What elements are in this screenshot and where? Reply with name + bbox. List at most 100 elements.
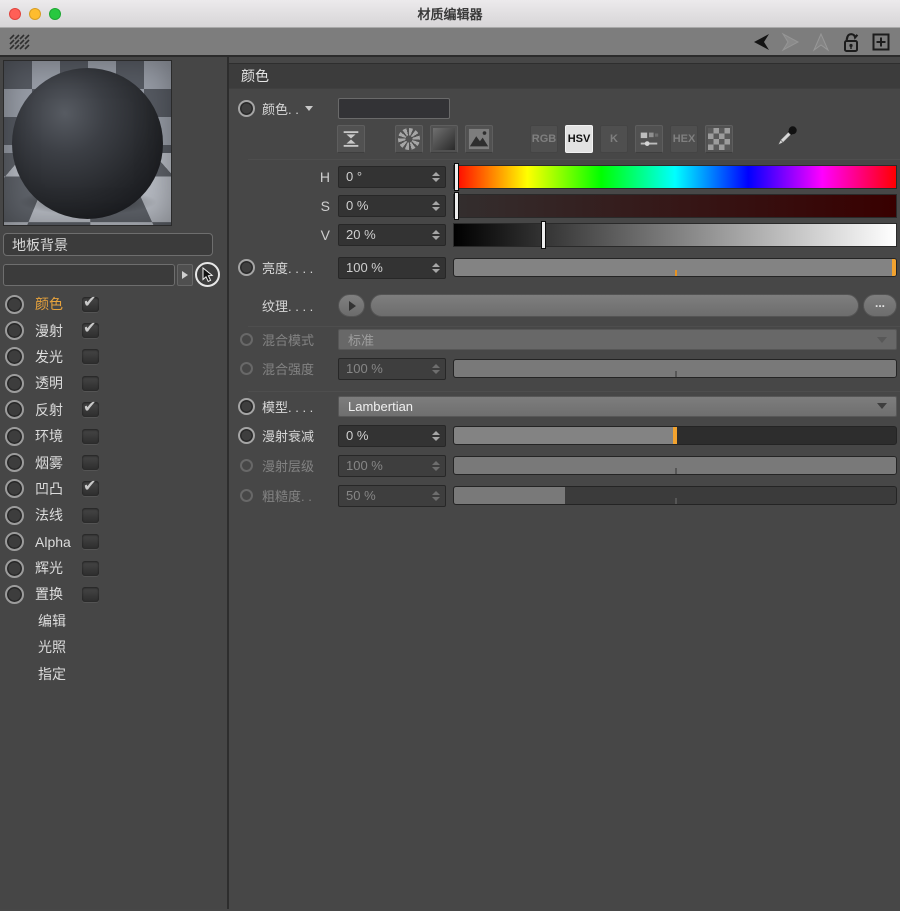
channel-checkbox[interactable]: ✔ (82, 481, 99, 496)
channel-label[interactable]: 辉光 (35, 558, 82, 578)
channel-radio[interactable] (5, 400, 24, 419)
page-label[interactable]: 光照 (38, 637, 66, 657)
diffuse-falloff-input[interactable]: 0 % (338, 425, 446, 447)
material-preview[interactable] (3, 60, 172, 226)
channel-checkbox[interactable]: ✔ (82, 455, 99, 470)
hue-spinner[interactable] (432, 172, 440, 182)
color-wheel-icon[interactable] (395, 125, 423, 153)
channel-radio[interactable] (5, 347, 24, 366)
channel-checkbox[interactable]: ✔ (82, 587, 99, 602)
preview-scene-select[interactable]: 地板背景 (3, 233, 213, 256)
channel-radio[interactable] (5, 506, 24, 525)
channel-item-9[interactable]: Alpha✔ (3, 529, 224, 555)
page-label[interactable]: 编辑 (38, 611, 66, 631)
diffuse-falloff-handle[interactable] (673, 427, 677, 444)
lock-icon[interactable] (838, 30, 864, 54)
channel-checkbox[interactable]: ✔ (82, 323, 99, 338)
saturation-input[interactable]: 0 % (338, 195, 446, 217)
channel-radio[interactable] (5, 453, 24, 472)
channel-label[interactable]: 反射 (35, 400, 82, 420)
mode-rgb-button[interactable]: RGB (530, 125, 558, 153)
color-swatch[interactable] (338, 98, 450, 119)
texture-path-field[interactable] (370, 294, 859, 317)
channel-item-4[interactable]: 反射✔ (3, 397, 224, 423)
brightness-radio[interactable] (238, 259, 255, 276)
texture-browse-button[interactable]: ... (863, 294, 897, 317)
image-picker-icon[interactable] (465, 125, 493, 153)
mode-hsv-button[interactable]: HSV (565, 125, 593, 153)
diffuse-falloff-slider[interactable] (453, 426, 897, 445)
close-button[interactable] (9, 8, 21, 20)
hue-input[interactable]: 0 ° (338, 166, 446, 188)
model-radio[interactable] (238, 398, 255, 415)
diffuse-falloff-radio[interactable] (238, 427, 255, 444)
channel-label[interactable]: Alpha (35, 534, 82, 550)
brightness-input[interactable]: 100 % (338, 257, 446, 279)
channel-item-8[interactable]: 法线✔ (3, 502, 224, 528)
color-radio[interactable] (238, 100, 255, 117)
channel-radio[interactable] (5, 479, 24, 498)
channel-checkbox[interactable]: ✔ (82, 402, 99, 417)
page-item-2[interactable]: 指定 (3, 660, 224, 686)
channel-radio[interactable] (5, 427, 24, 446)
channel-checkbox[interactable]: ✔ (82, 297, 99, 312)
channel-radio[interactable] (5, 321, 24, 340)
saturation-spinner[interactable] (432, 201, 440, 211)
channel-label[interactable]: 颜色 (35, 294, 82, 314)
drag-handle-icon[interactable] (6, 30, 32, 54)
brightness-handle[interactable] (892, 259, 896, 276)
zoom-button[interactable] (49, 8, 61, 20)
channel-radio[interactable] (5, 559, 24, 578)
saturation-gradient-slider[interactable] (453, 194, 897, 218)
diffuse-falloff-spinner[interactable] (432, 431, 440, 441)
name-expand-button[interactable] (177, 264, 193, 286)
compact-mode-icon[interactable] (337, 125, 365, 153)
channel-checkbox[interactable]: ✔ (82, 534, 99, 549)
pick-material-button[interactable] (195, 262, 220, 287)
value-spinner[interactable] (432, 230, 440, 240)
channel-radio[interactable] (5, 295, 24, 314)
channel-label[interactable]: 发光 (35, 347, 82, 367)
channel-label[interactable]: 漫射 (35, 321, 82, 341)
channel-radio[interactable] (5, 532, 24, 551)
hue-gradient-slider[interactable] (453, 165, 897, 189)
mode-k-button[interactable]: K (600, 125, 628, 153)
value-gradient-slider[interactable] (453, 223, 897, 247)
add-icon[interactable] (868, 30, 894, 54)
material-name-input[interactable] (3, 264, 175, 286)
channel-item-6[interactable]: 烟雾✔ (3, 449, 224, 475)
channel-checkbox[interactable]: ✔ (82, 508, 99, 523)
channel-label[interactable]: 凹凸 (35, 479, 82, 499)
value-handle[interactable] (541, 221, 546, 249)
channel-radio[interactable] (5, 374, 24, 393)
brightness-slider[interactable] (453, 258, 897, 277)
channel-item-10[interactable]: 辉光✔ (3, 555, 224, 581)
brightness-spinner[interactable] (432, 263, 440, 273)
channel-item-3[interactable]: 透明✔ (3, 370, 224, 396)
channel-item-0[interactable]: 颜色✔ (3, 291, 224, 317)
minimize-button[interactable] (29, 8, 41, 20)
swatches-icon[interactable] (705, 125, 733, 153)
page-label[interactable]: 指定 (38, 664, 66, 684)
value-input[interactable]: 20 % (338, 224, 446, 246)
page-item-0[interactable]: 编辑 (3, 608, 224, 634)
chevron-down-icon[interactable] (305, 106, 313, 111)
eyedropper-icon[interactable] (771, 122, 801, 157)
channel-label[interactable]: 法线 (35, 505, 82, 525)
channel-label[interactable]: 环境 (35, 426, 82, 446)
channel-item-7[interactable]: 凹凸✔ (3, 476, 224, 502)
hue-handle[interactable] (454, 163, 459, 191)
spectrum-icon[interactable] (430, 125, 458, 153)
channel-checkbox[interactable]: ✔ (82, 376, 99, 391)
mode-hex-button[interactable]: HEX (670, 125, 698, 153)
back-icon[interactable] (748, 30, 774, 54)
channel-item-2[interactable]: 发光✔ (3, 344, 224, 370)
saturation-handle[interactable] (454, 192, 459, 220)
mixer-sliders-icon[interactable] (635, 125, 663, 153)
channel-item-1[interactable]: 漫射✔ (3, 317, 224, 343)
channel-checkbox[interactable]: ✔ (82, 429, 99, 444)
channel-item-5[interactable]: 环境✔ (3, 423, 224, 449)
channel-checkbox[interactable]: ✔ (82, 561, 99, 576)
texture-expand-button[interactable] (338, 294, 365, 317)
channel-item-11[interactable]: 置换✔ (3, 581, 224, 607)
